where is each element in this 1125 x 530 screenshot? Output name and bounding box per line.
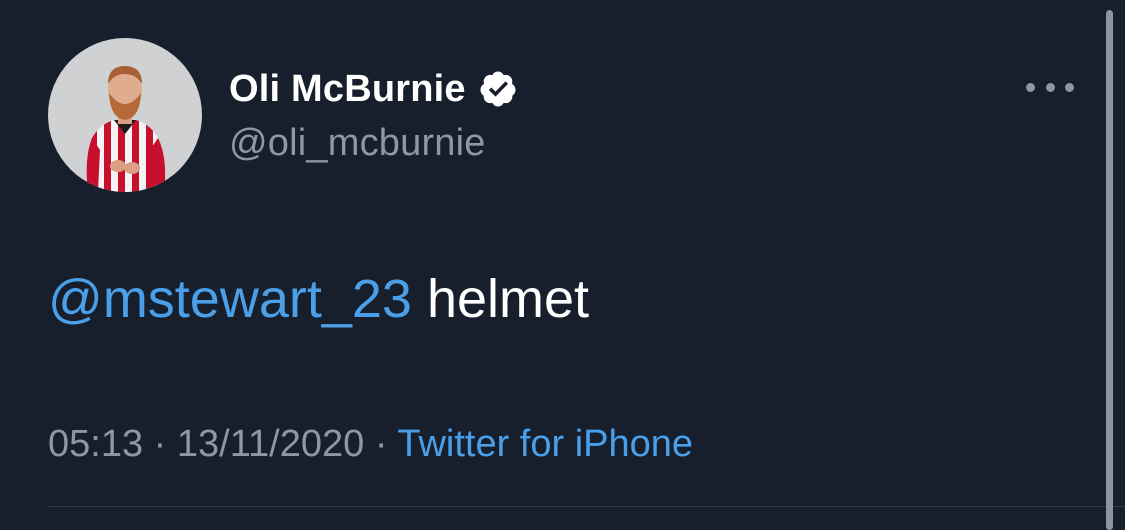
more-options-icon[interactable] — [1026, 72, 1074, 102]
meta-separator: · — [153, 423, 167, 465]
divider — [48, 506, 1125, 507]
mention-link[interactable]: @mstewart_23 — [48, 269, 412, 329]
avatar[interactable] — [48, 38, 202, 192]
display-name[interactable]: Oli McBurnie — [229, 64, 466, 114]
tweet-text: @mstewart_23 helmet — [48, 264, 589, 334]
author-handle[interactable]: @oli_mcburnie — [229, 118, 486, 168]
tweet-meta: 05:13 · 13/11/2020 · Twitter for iPhone — [48, 418, 693, 470]
profile-photo-icon — [48, 38, 202, 192]
scrollbar[interactable] — [1106, 10, 1113, 530]
dot — [1065, 82, 1074, 92]
meta-separator: · — [374, 423, 388, 465]
source-link[interactable]: Twitter for iPhone — [397, 423, 693, 465]
dot — [1045, 82, 1055, 92]
tweet-body: helmet — [426, 269, 590, 329]
tweet-date[interactable]: 13/11/2020 — [177, 423, 364, 465]
dot — [1026, 82, 1035, 92]
tweet-time[interactable]: 05:13 — [48, 423, 143, 465]
verified-badge-icon — [478, 69, 518, 109]
author-row: Oli McBurnie — [229, 64, 518, 114]
